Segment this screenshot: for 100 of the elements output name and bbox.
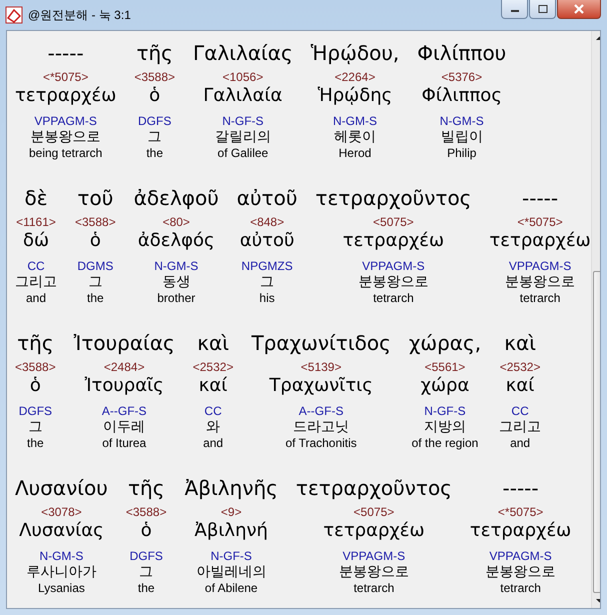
parsing-code: N-GF-S	[424, 404, 466, 418]
korean-gloss: 아빌레네의	[196, 563, 266, 581]
strong-number: <5139>	[300, 360, 342, 374]
minimize-button[interactable]	[501, 0, 528, 19]
english-gloss: his	[259, 291, 275, 305]
greek-word: τῆς	[136, 40, 173, 67]
strong-number: <2264>	[334, 70, 376, 84]
greek-word: Φιλίππου	[417, 40, 506, 67]
korean-gloss: 와	[206, 418, 220, 436]
english-gloss: Philip	[447, 146, 476, 160]
greek-word: Λυσανίου	[15, 475, 108, 502]
greek-word: τετραρχοῦντος	[296, 475, 452, 502]
greek-word: χώρας,	[408, 330, 482, 357]
korean-gloss: 헤롯이	[334, 128, 376, 146]
parsing-code: N-GM-S	[332, 114, 377, 128]
english-gloss: being tetrarch	[28, 146, 102, 160]
greek-word: ἀδελφοῦ	[134, 185, 219, 212]
greek-word: Γαλιλαίας	[193, 40, 293, 67]
greek-word: Ἰτουραίας	[74, 330, 175, 357]
english-gloss: Lysanias	[38, 581, 85, 595]
lemma: ὁ	[90, 229, 101, 253]
english-gloss: tetrarch	[520, 291, 560, 305]
lemma: καί	[198, 374, 228, 398]
lemma: Τραχωνῖτις	[269, 374, 373, 398]
greek-word: δὲ	[24, 185, 48, 212]
strong-number: <2532>	[192, 360, 234, 374]
parsing-code: N-GM-S	[154, 259, 198, 273]
korean-gloss: 분봉왕으로	[338, 563, 409, 581]
greek-word: -----	[522, 185, 558, 212]
lemma: χώρα	[420, 374, 470, 398]
parsing-code: DGFS	[18, 404, 52, 418]
greek-word: -----	[502, 475, 539, 502]
greek-word: -----	[48, 40, 84, 67]
korean-gloss: 드라고닛	[293, 418, 350, 436]
maximize-icon	[538, 5, 548, 13]
strong-number: <1056>	[222, 70, 264, 84]
english-gloss: and	[26, 291, 46, 305]
parsing-code: N-GF-S	[222, 114, 264, 128]
greek-word: Τραχωνίτιδος	[251, 330, 391, 357]
parsing-code: N-GM-S	[39, 549, 84, 563]
strong-number: <3588>	[126, 505, 167, 519]
parsing-code: VPPAGM-S	[34, 114, 97, 128]
lemma: καί	[506, 374, 534, 398]
lemma: αὐτοῦ	[240, 229, 294, 253]
greek-word: καὶ	[504, 330, 536, 357]
greek-word: τετραρχοῦντος	[315, 185, 472, 212]
app-icon	[5, 6, 23, 24]
english-gloss: of Iturea	[102, 436, 146, 450]
korean-gloss: 이두레	[103, 418, 146, 436]
english-gloss: the	[138, 581, 155, 595]
english-gloss: Herod	[338, 146, 372, 160]
greek-word: αὐτοῦ	[236, 185, 298, 212]
lemma: Ἡρῴδης	[318, 84, 392, 108]
strong-number: <5075>	[373, 215, 414, 229]
lemma: τετραρχέω	[470, 519, 572, 543]
korean-gloss: 동생	[162, 273, 190, 291]
strong-number: <3588>	[75, 215, 116, 229]
korean-gloss: 분봉왕으로	[486, 563, 556, 581]
lemma: ὁ	[140, 519, 152, 543]
lemma: Ἀβιληνή	[194, 519, 268, 543]
lemma: Λυσανίας	[19, 519, 104, 543]
strong-number: <3588>	[134, 70, 176, 84]
korean-gloss: 지방의	[424, 418, 466, 436]
korean-gloss: 그	[28, 418, 42, 436]
parsing-code: A--GF-S	[298, 404, 344, 418]
lemma: ἀδελφός	[138, 229, 215, 253]
korean-gloss: 그	[139, 563, 154, 581]
window-title: @원전분해 - 눅 3:1	[28, 6, 131, 24]
lemma: τετραρχέω	[489, 229, 591, 253]
strong-number: <80>	[162, 215, 190, 229]
lemma: Φίλιππος	[422, 84, 502, 108]
strong-number: <5561>	[424, 360, 466, 374]
parsing-code: CC	[204, 404, 222, 418]
korean-gloss: 그	[148, 128, 162, 146]
parsing-code: VPPAGM-S	[489, 549, 552, 563]
close-button[interactable]	[557, 0, 601, 19]
parsing-code: VPPAGM-S	[362, 259, 425, 273]
korean-gloss: 그리고	[15, 273, 57, 291]
parsing-code: VPPAGM-S	[342, 549, 406, 563]
korean-gloss: 분봉왕으로	[505, 273, 576, 291]
korean-gloss: 분봉왕으로	[30, 128, 101, 146]
parsing-code: NPGMZS	[241, 259, 293, 273]
english-gloss: tetrarch	[500, 581, 541, 595]
korean-gloss: 갈릴리의	[214, 128, 271, 146]
parsing-code: DGFS	[130, 549, 163, 563]
korean-gloss: 루사니아가	[26, 563, 96, 581]
maximize-button[interactable]	[529, 0, 556, 19]
lemma: δώ	[22, 229, 50, 253]
parsing-code: DGMS	[77, 259, 114, 273]
strong-number: <*5075>	[42, 70, 88, 84]
strong-number: <9>	[220, 505, 242, 519]
english-gloss: tetrarch	[354, 581, 394, 595]
english-gloss: and	[510, 436, 530, 450]
korean-gloss: 그리고	[499, 418, 542, 436]
greek-word: τῆς	[128, 475, 164, 502]
english-gloss: of Galilee	[218, 146, 268, 160]
parsing-code: A--GF-S	[102, 404, 147, 418]
greek-word: Ἀβιληνῆς	[184, 475, 278, 502]
english-gloss: and	[203, 436, 224, 450]
parsing-code: CC	[511, 404, 529, 418]
